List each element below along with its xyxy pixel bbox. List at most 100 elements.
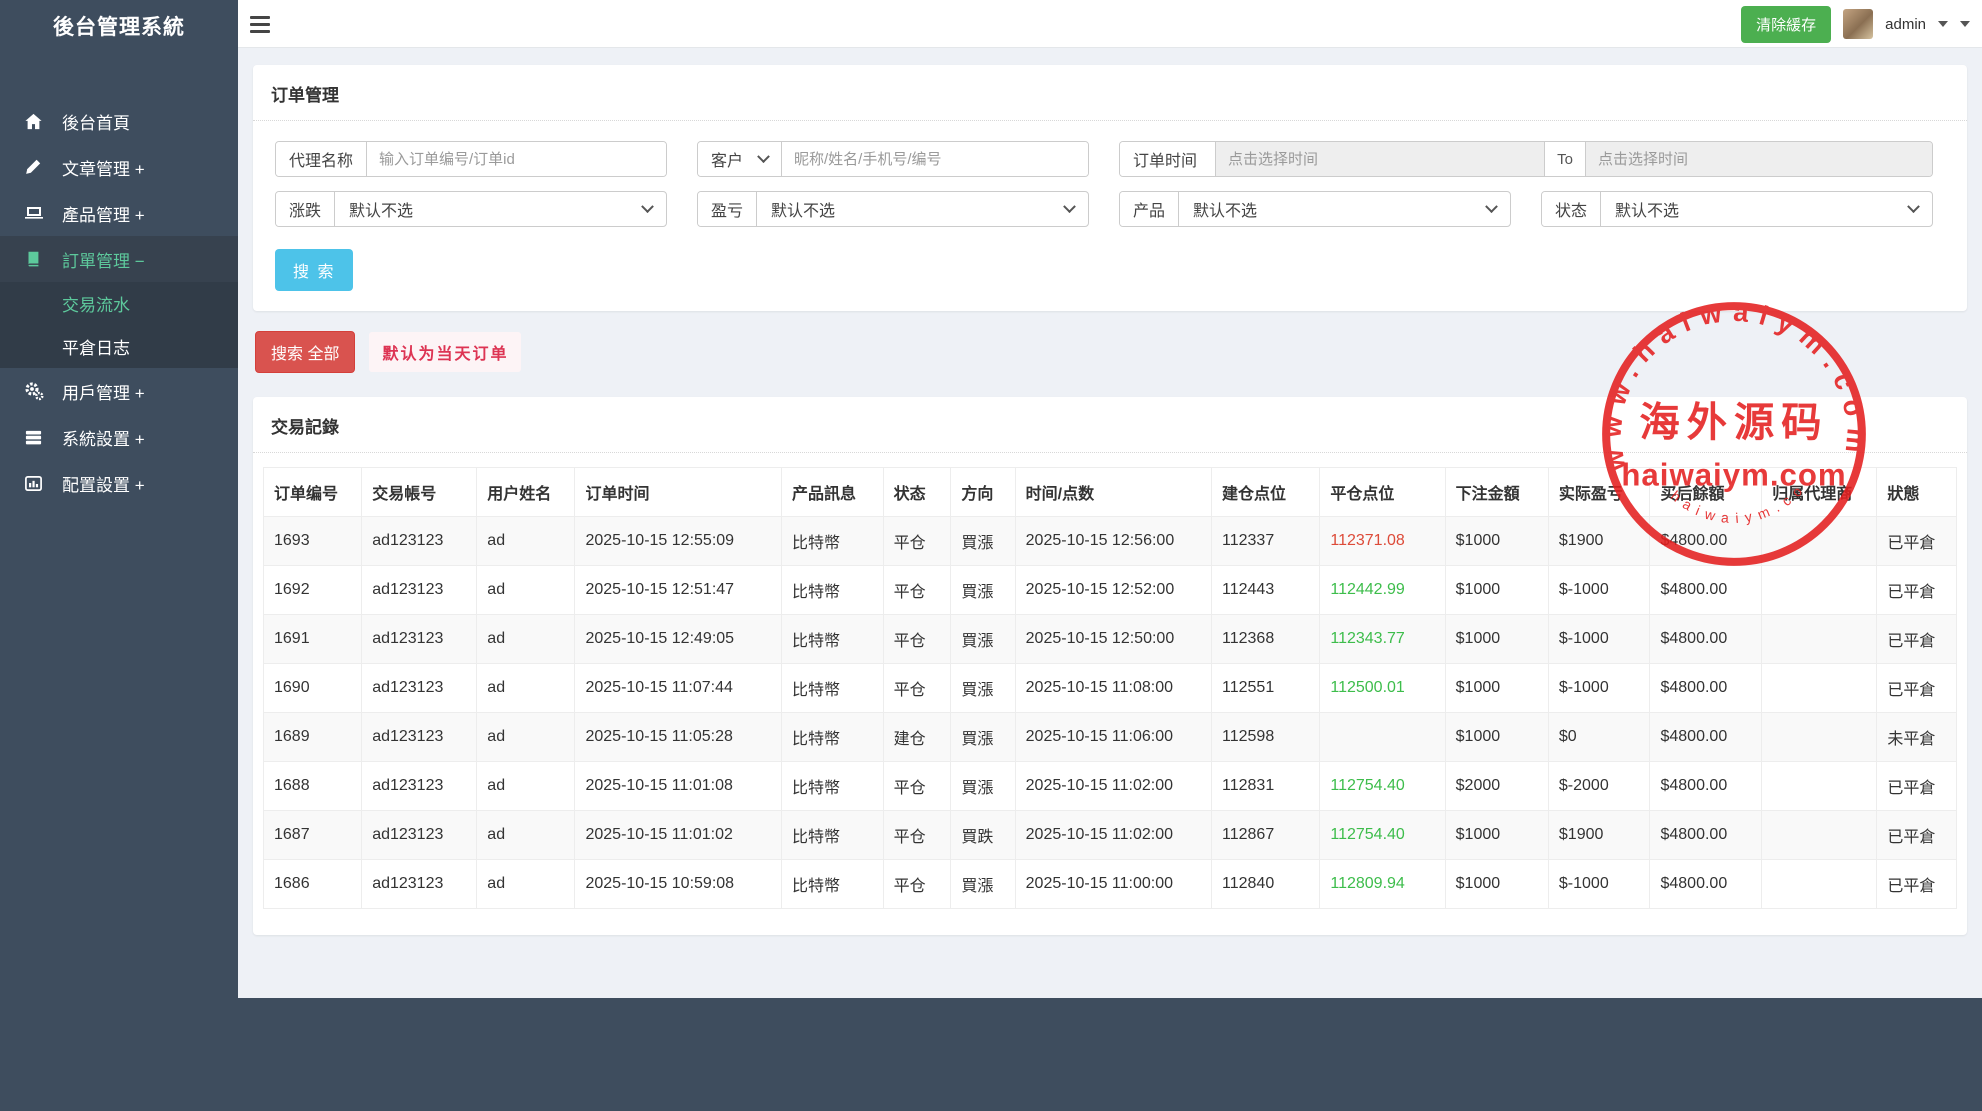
header-controls: 清除緩存 admin <box>1741 0 1970 48</box>
customer-input[interactable] <box>782 142 1088 176</box>
cell-balance: $4800.00 <box>1649 614 1763 664</box>
sidebar-toggle-button[interactable] <box>250 12 276 36</box>
top-header: 清除緩存 admin <box>238 0 1982 48</box>
cell-bet: $2000 <box>1444 761 1549 811</box>
cogs-icon <box>24 381 48 401</box>
cell-profit: $-1000 <box>1547 614 1651 664</box>
cell-state: 平仓 <box>882 614 952 664</box>
cell-status: 已平倉 <box>1876 859 1957 909</box>
cell-bet: $1000 <box>1444 565 1549 615</box>
cell-bet: $1000 <box>1444 712 1549 762</box>
pencil-icon <box>24 158 48 176</box>
username-label: admin <box>1885 15 1926 33</box>
cell-open: 112831 <box>1211 761 1321 811</box>
column-header: 下注金額 <box>1444 467 1549 517</box>
profitloss-group: 盈亏 默认不选 <box>697 191 1089 227</box>
sidebar-item-label: 文章管理 + <box>62 159 145 179</box>
clear-cache-button[interactable]: 清除緩存 <box>1741 5 1832 43</box>
profitloss-label: 盈亏 <box>698 192 758 226</box>
cell-state: 平仓 <box>882 663 952 713</box>
cell-balance: $4800.00 <box>1649 712 1763 762</box>
cell-id: 1686 <box>262 859 363 909</box>
cell-product: 比特幣 <box>781 663 884 713</box>
search-button[interactable]: 搜 索 <box>275 249 354 291</box>
cell-direction: 買漲 <box>950 712 1016 762</box>
status-select-value: 默认不选 <box>1615 203 1680 220</box>
sidebar-item-system[interactable]: 系統設置 + <box>0 414 238 460</box>
cell-state: 平仓 <box>882 516 952 566</box>
cell-account: ad123123 <box>361 859 478 909</box>
cell-point_time: 2025-10-15 12:56:00 <box>1014 516 1213 566</box>
cell-agent <box>1761 663 1878 713</box>
chevron-down-icon <box>1063 199 1076 213</box>
sidebar-item-products[interactable]: 產品管理 + <box>0 190 238 236</box>
product-select[interactable]: 默认不选 <box>1179 192 1510 226</box>
cell-id: 1688 <box>262 761 363 811</box>
cell-point_time: 2025-10-15 12:50:00 <box>1014 614 1213 664</box>
cell-account: ad123123 <box>361 712 478 762</box>
cell-time: 2025-10-15 11:07:44 <box>574 663 783 713</box>
search-all-button[interactable]: 搜索 全部 <box>255 331 356 373</box>
cell-direction: 買漲 <box>950 761 1016 811</box>
cell-direction: 買漲 <box>950 516 1016 566</box>
cell-open: 112443 <box>1211 565 1321 615</box>
header-caret-icon[interactable] <box>1960 21 1970 27</box>
column-header: 时间/点数 <box>1014 467 1213 517</box>
sidebar-item-label: 配置設置 + <box>62 475 145 495</box>
column-header: 平仓点位 <box>1319 467 1446 517</box>
orders-submenu: 交易流水 平倉日志 <box>0 282 238 368</box>
default-orders-note: 默认为当天订单 <box>369 332 522 372</box>
user-dropdown-caret-icon[interactable] <box>1938 21 1948 27</box>
cell-point_time: 2025-10-15 12:52:00 <box>1014 565 1213 615</box>
avatar[interactable] <box>1843 9 1874 39</box>
actions-row: 搜索 全部 默认为当天订单 <box>255 331 1965 373</box>
sidebar-subitem-close-log[interactable]: 平倉日志 <box>0 325 238 368</box>
sidebar-subitem-trade-flow[interactable]: 交易流水 <box>0 282 238 325</box>
time-to-input[interactable] <box>1586 142 1932 176</box>
cell-open: 112551 <box>1211 663 1321 713</box>
cell-bet: $1000 <box>1444 859 1549 909</box>
cell-open: 112337 <box>1211 516 1321 566</box>
cell-agent <box>1761 810 1878 860</box>
sidebar-item-home[interactable]: 後台首頁 <box>0 98 238 144</box>
cell-account: ad123123 <box>361 663 478 713</box>
cell-state: 平仓 <box>882 565 952 615</box>
column-header: 实际盈亏 <box>1547 467 1651 517</box>
cell-point_time: 2025-10-15 11:00:00 <box>1014 859 1213 909</box>
status-group: 状态 默认不选 <box>1541 191 1933 227</box>
cell-id: 1693 <box>262 516 363 566</box>
profitloss-select[interactable]: 默认不选 <box>757 192 1088 226</box>
table-row: 1688 ad123123 ad 2025-10-15 11:01:08 比特幣 平仓 買漲… <box>262 761 1957 811</box>
cell-bet: $1000 <box>1444 614 1549 664</box>
sidebar-item-label: 產品管理 + <box>62 205 145 225</box>
table-row: 1691 ad123123 ad 2025-10-15 12:49:05 比特幣 平仓 買漲… <box>262 614 1957 664</box>
updown-select[interactable]: 默认不选 <box>335 192 666 226</box>
sidebar-item-config[interactable]: 配置設置 + <box>0 460 238 506</box>
cell-state: 平仓 <box>882 810 952 860</box>
cell-name: ad <box>476 810 576 860</box>
updown-group: 涨跌 默认不选 <box>275 191 667 227</box>
sidebar-item-articles[interactable]: 文章管理 + <box>0 144 238 190</box>
column-header: 归属代理商 <box>1761 467 1878 517</box>
customer-select[interactable]: 客户 <box>698 142 783 176</box>
cell-account: ad123123 <box>361 761 478 811</box>
chevron-down-icon <box>1907 199 1920 213</box>
cell-status: 已平倉 <box>1876 565 1957 615</box>
trade-records-card: 交易記錄 订单编号 交易帳号 用户姓名 订单时间 产品訊息 状态 方向 时间/点数 建仓点位 平仓… <box>253 397 1967 935</box>
cell-open: 112368 <box>1211 614 1321 664</box>
cell-direction: 買漲 <box>950 614 1016 664</box>
trade-records-table: 订单编号 交易帳号 用户姓名 订单时间 产品訊息 状态 方向 时间/点数 建仓点位 平仓点位 下注金… <box>262 467 1957 909</box>
customer-select-value: 客户 <box>711 153 744 170</box>
sidebar-item-users[interactable]: 用戶管理 + <box>0 368 238 414</box>
time-from-input[interactable] <box>1216 142 1545 176</box>
status-select[interactable]: 默认不选 <box>1601 192 1932 226</box>
cell-profit: $-1000 <box>1547 663 1651 713</box>
sidebar-item-orders[interactable]: 訂單管理 − <box>0 236 238 282</box>
cell-status: 已平倉 <box>1876 761 1957 811</box>
cell-agent <box>1761 712 1878 762</box>
cell-direction: 買跌 <box>950 810 1016 860</box>
cell-bet: $1000 <box>1444 516 1549 566</box>
updown-select-value: 默认不选 <box>349 203 414 220</box>
agent-input[interactable] <box>367 142 666 176</box>
cell-time: 2025-10-15 12:49:05 <box>574 614 783 664</box>
